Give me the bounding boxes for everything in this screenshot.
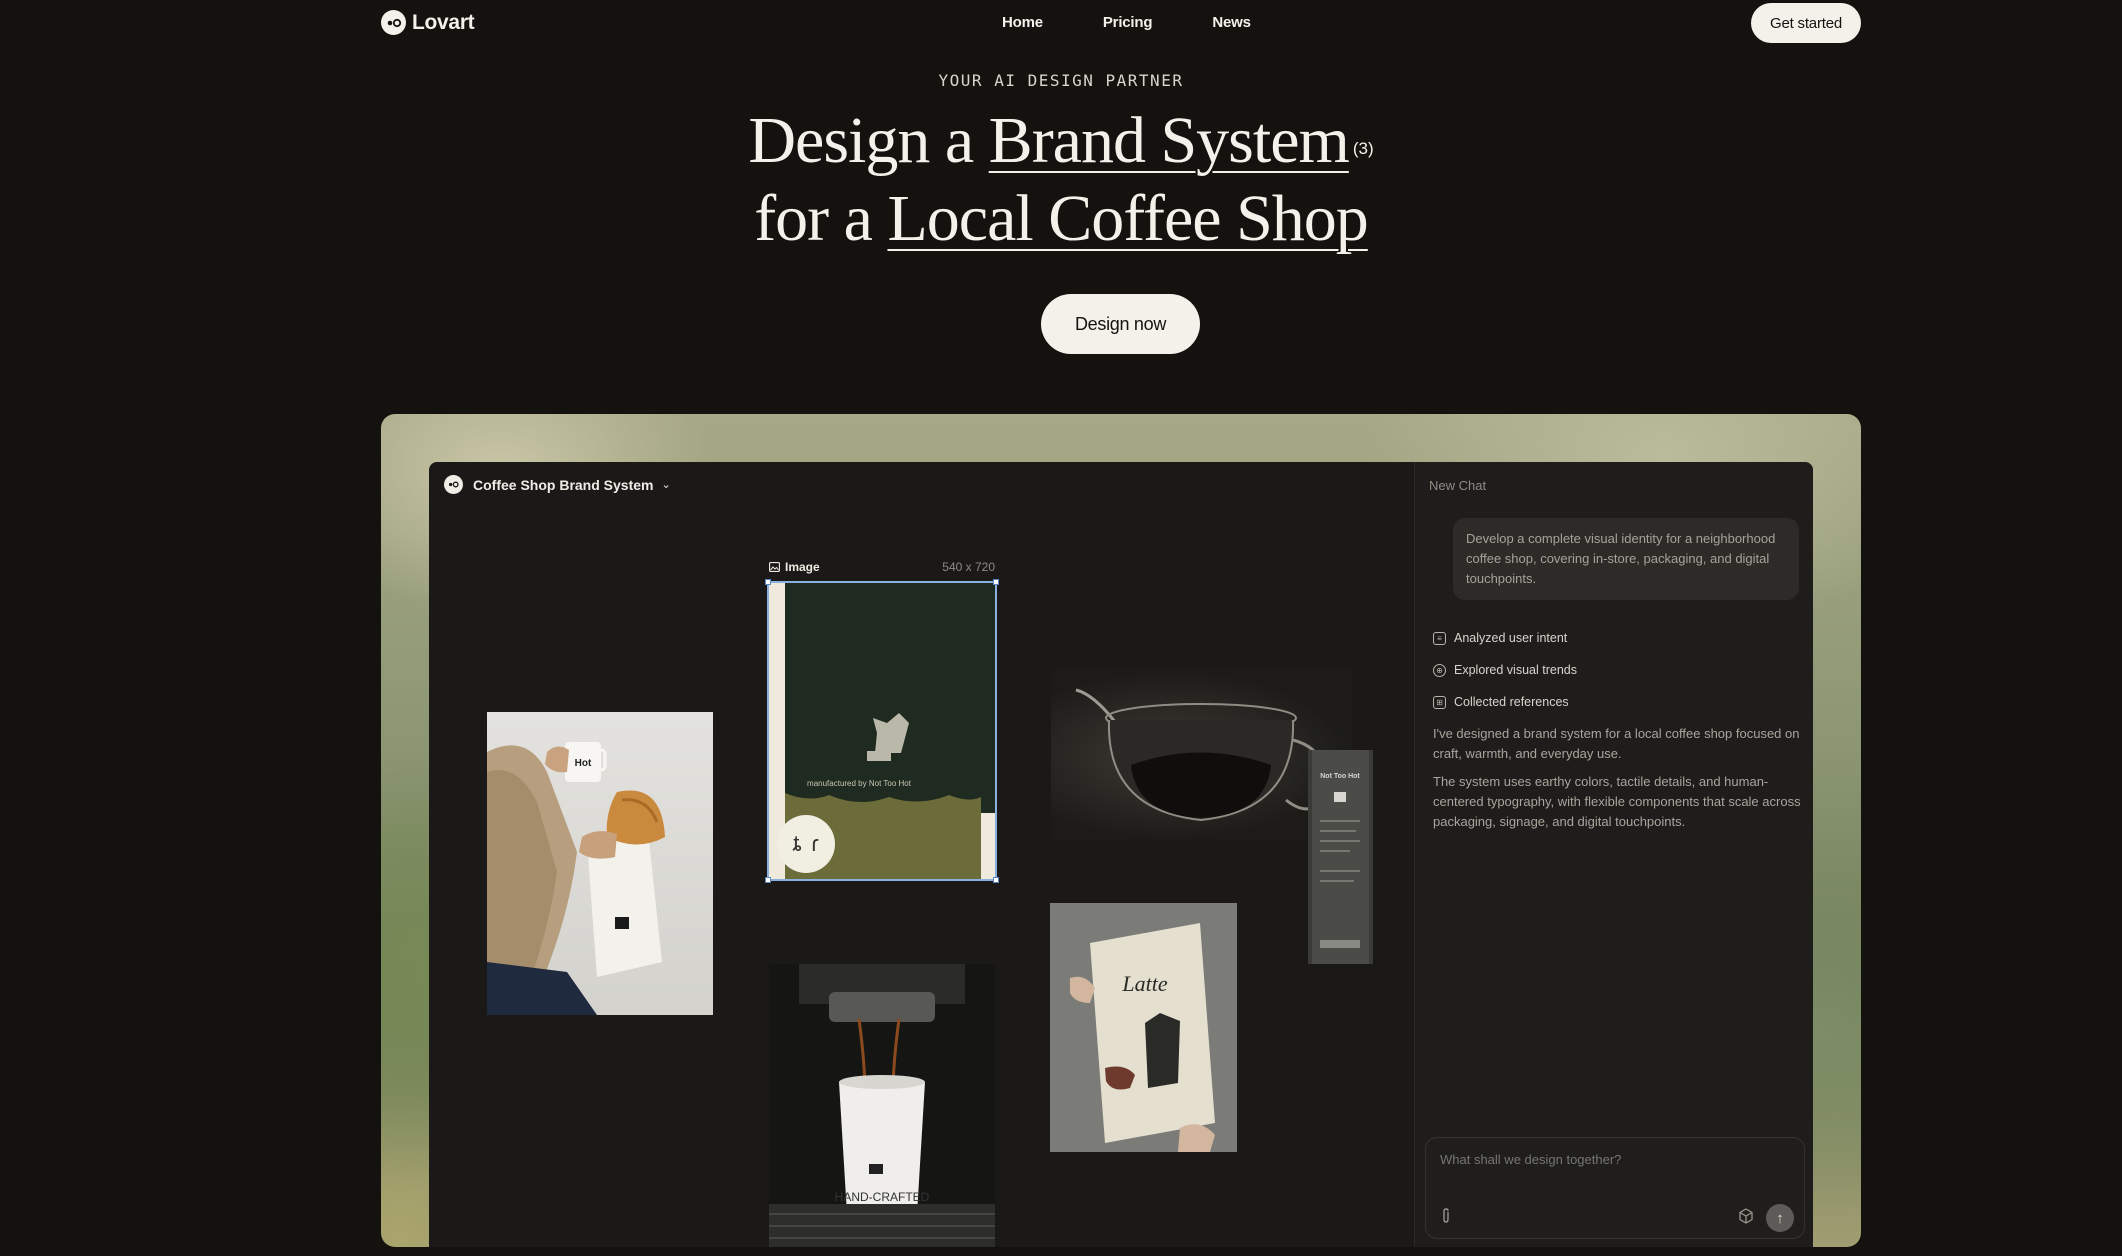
- nav-links: Home Pricing News: [1002, 14, 1251, 31]
- agent-steps: ≡ Analyzed user intent ⊕ Explored visual…: [1433, 622, 1577, 718]
- chat-title: New Chat: [1429, 478, 1487, 493]
- design-now-button[interactable]: Design now: [1041, 294, 1200, 354]
- canvas-image-latte-poster[interactable]: Latte: [1050, 903, 1237, 1152]
- image-label: Image: [769, 560, 820, 574]
- headline-coffee-shop-link[interactable]: Local Coffee Shop: [887, 182, 1368, 255]
- step-explored-trends[interactable]: ⊕ Explored visual trends: [1433, 654, 1577, 686]
- project-selector[interactable]: Coffee Shop Brand System ⌄: [444, 475, 671, 494]
- reply-paragraph-2: The system uses earthy colors, tactile d…: [1433, 774, 1801, 829]
- step-label: Explored visual trends: [1454, 663, 1577, 677]
- step-label: Analyzed user intent: [1454, 631, 1568, 645]
- cup-brand-text: Hot: [575, 758, 592, 769]
- document-icon: ≡: [1433, 631, 1446, 645]
- paperclip-icon[interactable]: [1440, 1208, 1452, 1228]
- headline-footnote: (3): [1352, 139, 1374, 158]
- canvas-image-receipt[interactable]: Not Too Hot: [1308, 750, 1373, 964]
- cube-icon[interactable]: [1738, 1208, 1754, 1228]
- cup-handcrafted-text: HAND-CRAFTED: [835, 1190, 930, 1204]
- get-started-button[interactable]: Get started: [1751, 3, 1861, 43]
- top-nav: Lovart Home Pricing News Get started: [381, 0, 1861, 46]
- lovart-logo-icon: [381, 10, 406, 35]
- app-window: Coffee Shop Brand System ⌄ Image 540 x 7…: [429, 462, 1813, 1247]
- globe-icon: ⊕: [1433, 663, 1446, 677]
- agent-reply: I've designed a brand system for a local…: [1433, 724, 1803, 840]
- resize-handle[interactable]: [765, 579, 771, 585]
- nav-link-home[interactable]: Home: [1002, 14, 1043, 31]
- selection-frame[interactable]: [765, 579, 999, 883]
- nav-link-pricing[interactable]: Pricing: [1103, 14, 1153, 31]
- nav-link-news[interactable]: News: [1212, 14, 1251, 31]
- step-analyzed-intent[interactable]: ≡ Analyzed user intent: [1433, 622, 1577, 654]
- step-collected-references[interactable]: ⊞ Collected references: [1433, 686, 1577, 718]
- step-label: Collected references: [1454, 695, 1569, 709]
- brand-logo[interactable]: Lovart: [381, 10, 475, 35]
- image-label-text: Image: [785, 560, 820, 574]
- resize-handle[interactable]: [993, 579, 999, 585]
- lovart-logo-icon: [444, 475, 463, 494]
- project-title: Coffee Shop Brand System: [473, 476, 654, 493]
- resize-handle[interactable]: [993, 877, 999, 883]
- chat-panel: New Chat Develop a complete visual ident…: [1414, 462, 1813, 1247]
- hero-eyebrow: YOUR AI DESIGN PARTNER: [938, 71, 1184, 90]
- canvas-image-espresso[interactable]: HAND-CRAFTED: [769, 964, 995, 1247]
- headline-line2-prefix: for a: [754, 182, 888, 255]
- image-dimensions: 540 x 720: [942, 560, 995, 574]
- chevron-down-icon: ⌄: [661, 479, 671, 491]
- headline-brand-system-link[interactable]: Brand System: [989, 104, 1350, 177]
- chat-input-box[interactable]: ↑: [1425, 1137, 1805, 1239]
- headline-line1-prefix: Design a: [748, 104, 989, 177]
- headline-line-2: for a Local Coffee Shop: [0, 180, 2122, 258]
- hero-headline: Design a Brand System (3) for a Local Cof…: [0, 102, 2122, 258]
- headline-line-1: Design a Brand System (3): [0, 102, 2122, 180]
- canvas-image-croissant[interactable]: Hot: [487, 712, 713, 1015]
- image-icon: [769, 562, 780, 572]
- send-arrow-icon[interactable]: ↑: [1766, 1204, 1794, 1232]
- image-label-bar: Image 540 x 720: [769, 560, 995, 574]
- layout-icon: ⊞: [1433, 695, 1446, 709]
- poster-latte-text: Latte: [1121, 971, 1167, 996]
- resize-handle[interactable]: [765, 877, 771, 883]
- receipt-text: Not Too Hot: [1320, 773, 1360, 780]
- product-showcase: Coffee Shop Brand System ⌄ Image 540 x 7…: [381, 414, 1861, 1247]
- reply-paragraph-1: I've designed a brand system for a local…: [1433, 726, 1800, 761]
- user-prompt-bubble: Develop a complete visual identity for a…: [1453, 518, 1799, 600]
- chat-input[interactable]: [1440, 1152, 1780, 1167]
- brand-name: Lovart: [412, 10, 475, 34]
